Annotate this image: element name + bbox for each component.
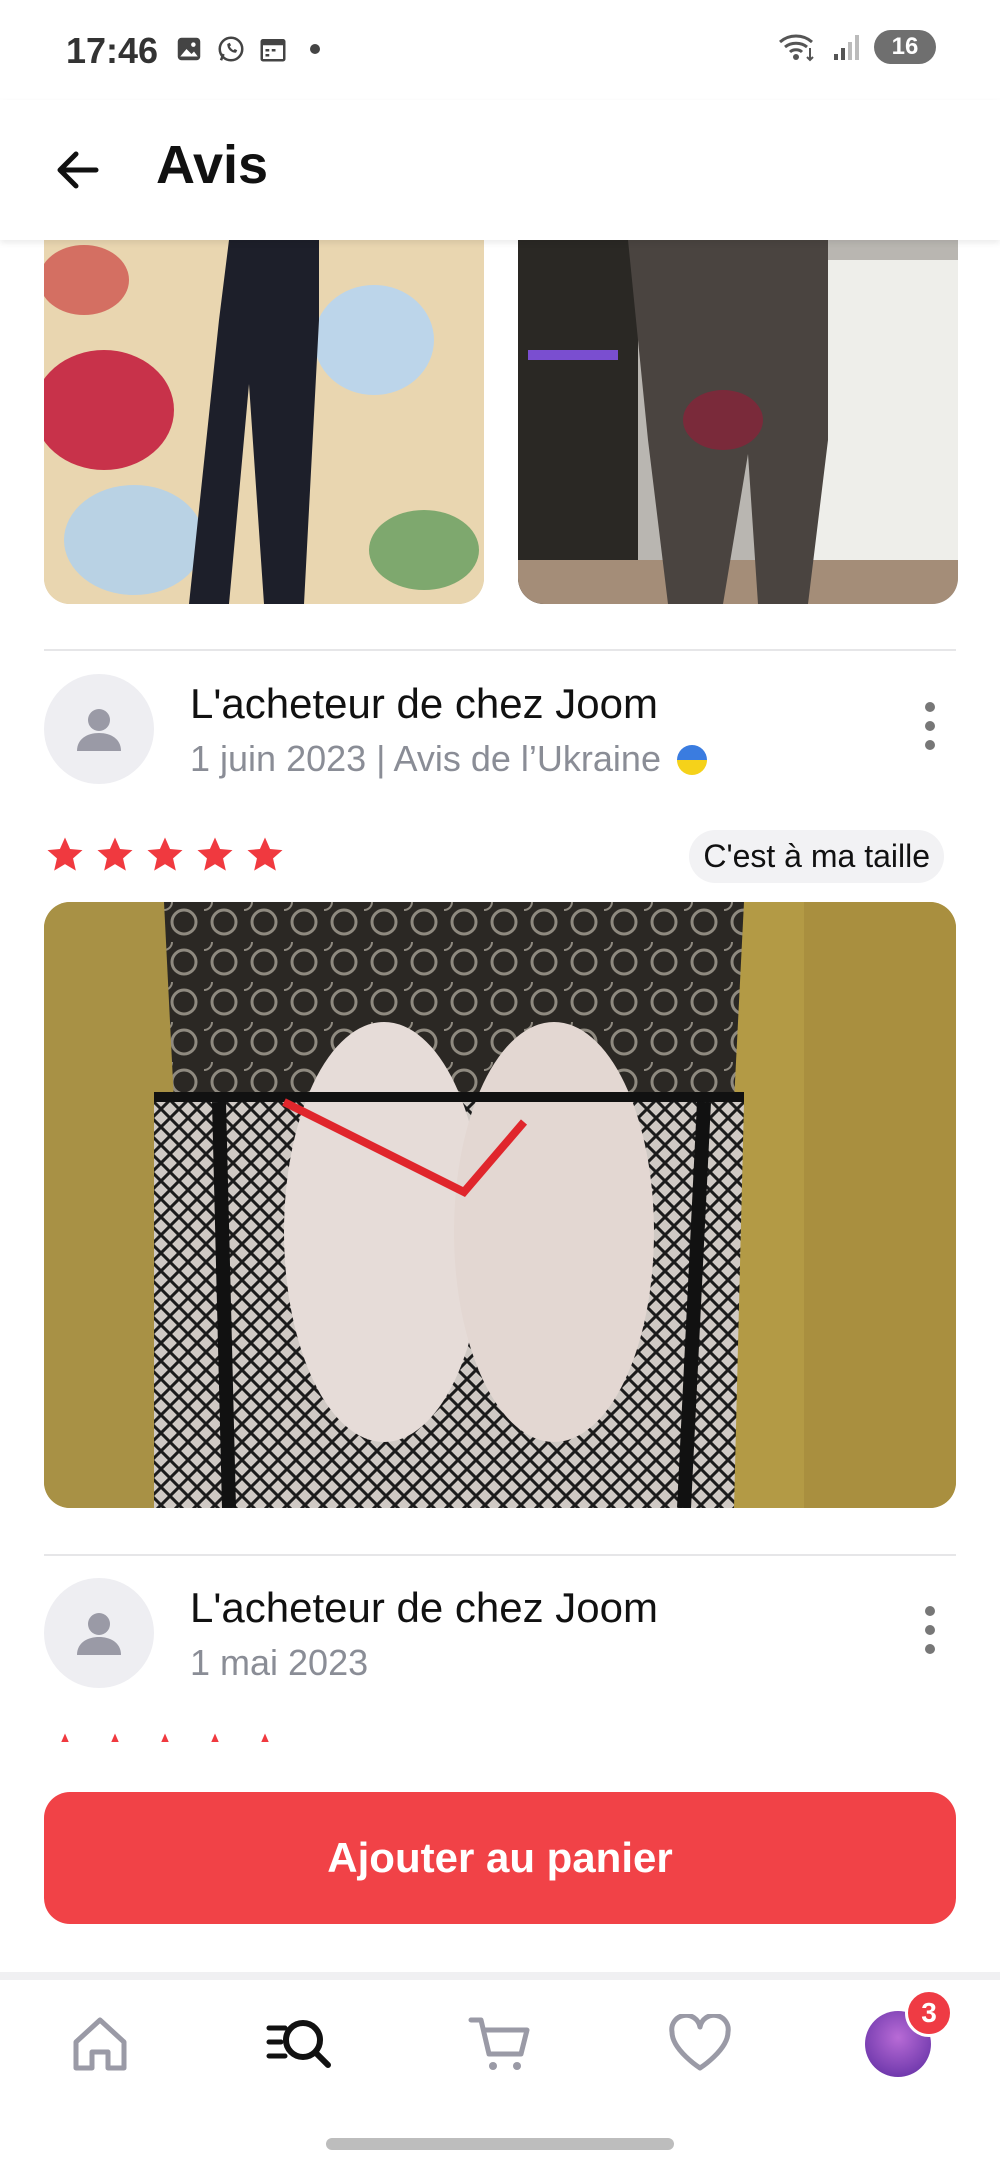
star-icon bbox=[197, 837, 233, 871]
signal-icon bbox=[834, 35, 859, 60]
avatar bbox=[44, 674, 154, 784]
star-icon bbox=[111, 1733, 119, 1742]
fit-badge: C'est à ma taille bbox=[689, 830, 944, 883]
notification-badge: 3 bbox=[905, 1989, 953, 2037]
home-indicator[interactable] bbox=[326, 2138, 674, 2150]
calendar-icon bbox=[260, 39, 286, 62]
rating-stars bbox=[44, 1730, 286, 1742]
cart-icon bbox=[468, 2017, 530, 2070]
favorites-heart-icon bbox=[669, 2014, 731, 2071]
review-header: L'acheteur de chez Joom 1 mai 2023 bbox=[44, 1578, 956, 1688]
notification-dot bbox=[310, 44, 320, 54]
nav-cart[interactable] bbox=[460, 2004, 540, 2084]
nav-home[interactable] bbox=[60, 2004, 140, 2084]
status-time: 17:46 bbox=[66, 30, 159, 71]
review-photo[interactable] bbox=[44, 240, 484, 604]
arrow-left-icon[interactable] bbox=[48, 140, 108, 200]
status-notification-icons bbox=[174, 34, 320, 64]
profile-avatar: 3 bbox=[865, 1989, 953, 2077]
reviews-list[interactable]: L'acheteur de chez Joom 1 juin 2023 | Av… bbox=[0, 240, 1000, 1742]
review-meta-text: 1 mai 2023 bbox=[190, 1642, 369, 1683]
star-icon bbox=[61, 1733, 69, 1742]
cta-bar: Ajouter au panier bbox=[0, 1742, 1000, 1972]
bottom-nav: 3 bbox=[0, 1980, 1000, 2110]
status-bar: 17:46 16 bbox=[0, 0, 1000, 100]
app-header: Avis bbox=[0, 100, 1000, 240]
nav-catalog[interactable] bbox=[260, 2004, 340, 2084]
search-catalog-icon bbox=[266, 2020, 331, 2068]
review-photo[interactable] bbox=[44, 902, 956, 1508]
nav-profile[interactable]: 3 bbox=[858, 1989, 953, 2084]
review-header: L'acheteur de chez Joom 1 juin 2023 | Av… bbox=[44, 674, 956, 784]
page-title: Avis bbox=[156, 135, 269, 195]
battery-indicator: 16 bbox=[874, 30, 936, 64]
nav-favorites[interactable] bbox=[660, 2004, 740, 2084]
review-author: L'acheteur de chez Joom bbox=[190, 1584, 658, 1631]
status-right: 16 bbox=[778, 30, 936, 64]
star-icon bbox=[97, 837, 133, 871]
review-meta: 1 mai 2023 bbox=[190, 1642, 368, 1684]
star-icon bbox=[47, 837, 83, 871]
review-meta: 1 juin 2023 | Avis de l’Ukraine bbox=[190, 738, 707, 780]
review-divider bbox=[44, 1554, 956, 1556]
star-icon bbox=[247, 837, 283, 871]
rating-stars bbox=[44, 834, 286, 876]
nav-separator bbox=[0, 1972, 1000, 1980]
star-icon bbox=[147, 837, 183, 871]
review-meta-text: 1 juin 2023 | Avis de l’Ukraine bbox=[190, 738, 661, 779]
star-icon bbox=[261, 1733, 269, 1742]
review-author: L'acheteur de chez Joom bbox=[190, 680, 658, 727]
add-to-cart-button[interactable]: Ajouter au panier bbox=[44, 1792, 956, 1924]
whatsapp-icon bbox=[218, 36, 244, 62]
user-icon bbox=[77, 709, 121, 751]
review-photo-row bbox=[44, 240, 958, 604]
gallery-icon bbox=[177, 37, 201, 61]
more-options-icon[interactable] bbox=[918, 1606, 942, 1662]
user-icon bbox=[77, 1613, 121, 1655]
review-divider bbox=[44, 649, 956, 651]
star-icon bbox=[211, 1733, 219, 1742]
review-photo[interactable] bbox=[518, 240, 958, 604]
more-options-icon[interactable] bbox=[918, 702, 942, 758]
wifi-icon bbox=[779, 34, 814, 62]
star-icon bbox=[161, 1733, 169, 1742]
ukraine-flag-icon bbox=[677, 745, 707, 775]
avatar bbox=[44, 1578, 154, 1688]
home-icon bbox=[73, 2017, 127, 2071]
